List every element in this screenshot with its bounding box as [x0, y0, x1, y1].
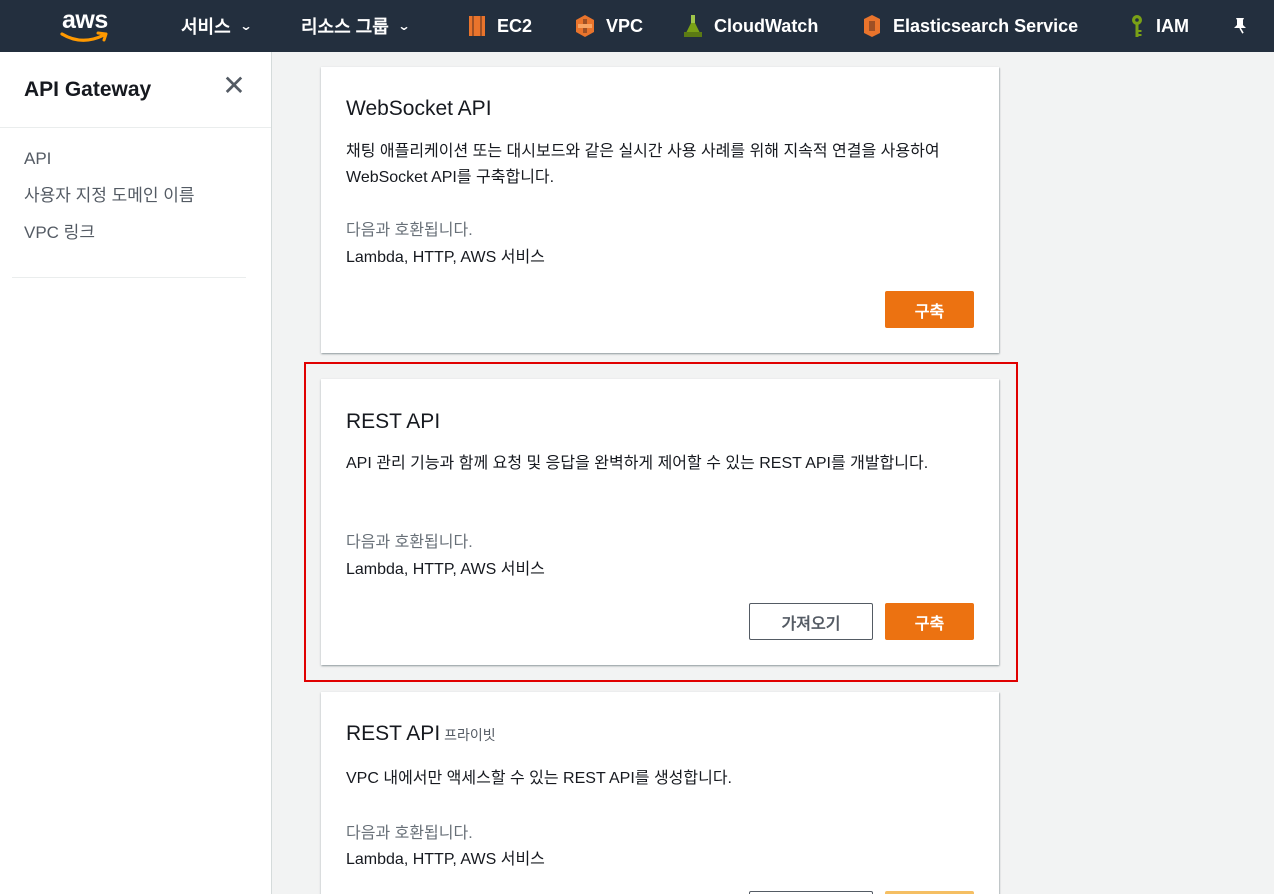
cloudwatch-icon [684, 15, 702, 37]
compat-value: Lambda, HTTP, AWS 서비스 [346, 561, 545, 578]
vpc-label: VPC [606, 15, 644, 36]
sidebar-nav: API 사용자 지정 도메인 이름 VPC 링크 [24, 146, 195, 257]
services-label: 서비스 [181, 17, 231, 37]
sidebar-item-vpc-links[interactable]: VPC 링크 [24, 220, 195, 257]
compat-label: 다음과 호환됩니다. [346, 825, 473, 842]
sidebar-item-custom-domain-names[interactable]: 사용자 지정 도메인 이름 [24, 183, 195, 220]
nav-shortcut-vpc[interactable]: VPC [574, 0, 643, 52]
websocket-api-card: WebSocket API 채팅 애플리케이션 또는 대시보드와 같은 실시간 … [321, 67, 999, 353]
iam-label: IAM [1156, 15, 1189, 36]
rest-import-button[interactable]: 가져오기 [749, 603, 873, 640]
nav-shortcut-cloudwatch[interactable]: CloudWatch [682, 0, 818, 52]
divider [12, 277, 246, 278]
nav-shortcut-ec2[interactable]: EC2 [467, 0, 532, 52]
ec2-label: EC2 [497, 15, 533, 36]
iam-key-icon [1132, 15, 1142, 37]
compat-value: Lambda, HTTP, AWS 서비스 [346, 851, 545, 868]
rest-build-button[interactable]: 구축 [885, 603, 974, 640]
vpc-icon [576, 15, 594, 37]
card-subtitle: 프라이빗 [444, 727, 496, 743]
card-title-text: REST API [346, 722, 441, 745]
card-title: REST API 프라이빗 [346, 722, 496, 746]
compat-label: 다음과 호환됩니다. [346, 222, 473, 239]
card-description: VPC 내에서만 액세스할 수 있는 REST API를 생성합니다. [346, 770, 732, 787]
rest-api-card: REST API API 관리 기능과 함께 요청 및 응답을 완벽하게 제어할… [321, 379, 999, 665]
websocket-build-button[interactable]: 구축 [885, 291, 974, 328]
nav-shortcut-iam[interactable]: IAM [1128, 0, 1189, 52]
elasticsearch-label: Elasticsearch Service [893, 15, 1079, 36]
card-description: 채팅 애플리케이션 또는 대시보드와 같은 실시간 사용 사례를 위해 지속적 … [346, 143, 940, 186]
resource-groups-menu[interactable]: 리소스 그룹 ⌄ [301, 0, 411, 52]
chevron-down-icon: ⌄ [239, 19, 253, 33]
chevron-down-icon: ⌄ [397, 19, 411, 33]
private-rest-api-card: REST API 프라이빗 VPC 내에서만 액세스할 수 있는 REST API… [321, 692, 999, 894]
sidebar-item-api[interactable]: API [24, 146, 195, 183]
pin-icon[interactable] [1232, 17, 1248, 35]
nav-shortcut-elasticsearch[interactable]: Elasticsearch Service [861, 0, 1078, 52]
resource-groups-label: 리소스 그룹 [301, 17, 389, 37]
sidebar: API Gateway ✕ API 사용자 지정 도메인 이름 VPC 링크 [0, 52, 272, 894]
divider [0, 127, 271, 128]
close-icon[interactable]: ✕ [222, 72, 246, 100]
services-menu[interactable]: 서비스 ⌄ [181, 0, 253, 52]
aws-logo[interactable]: aws [58, 6, 116, 46]
cloudwatch-label: CloudWatch [714, 15, 819, 36]
compat-label: 다음과 호환됩니다. [346, 534, 473, 551]
card-title: REST API [346, 410, 441, 433]
ec2-icon [469, 16, 485, 36]
top-navigation-bar: aws 서비스 ⌄ 리소스 그룹 ⌄ EC2 VPC CloudWatch El… [0, 0, 1274, 52]
card-title: WebSocket API [346, 97, 492, 120]
sidebar-title: API Gateway [24, 78, 152, 101]
elasticsearch-icon [864, 15, 880, 37]
card-description: API 관리 기능과 함께 요청 및 응답을 완벽하게 제어할 수 있는 RES… [346, 455, 929, 472]
aws-smile-icon [60, 31, 108, 42]
compat-value: Lambda, HTTP, AWS 서비스 [346, 249, 545, 266]
